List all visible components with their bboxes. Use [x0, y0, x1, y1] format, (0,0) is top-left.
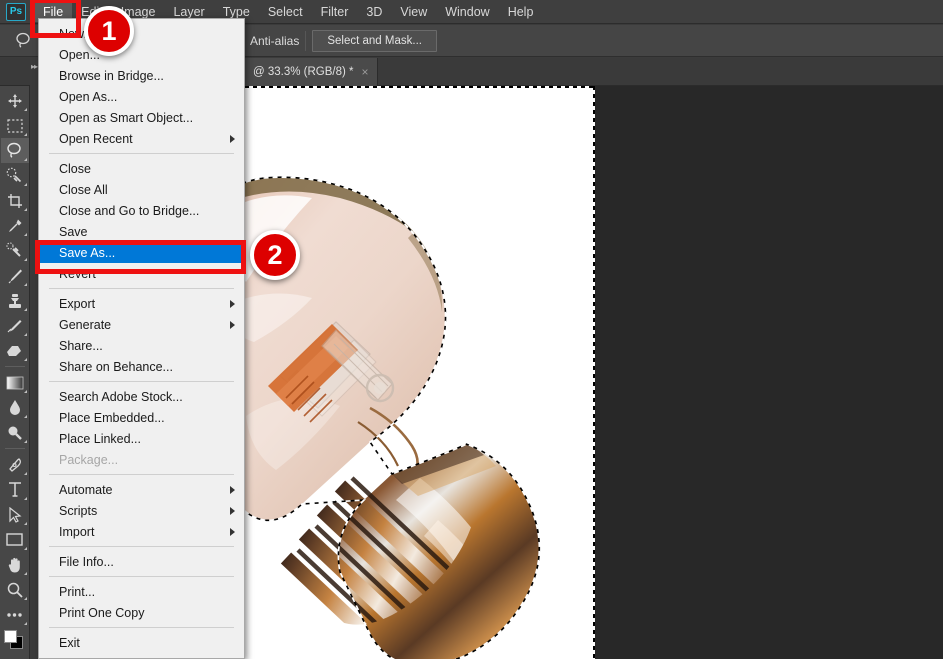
menu-item-package: Package...: [59, 452, 119, 467]
menu-item-open-as-smart-object[interactable]: Open as Smart Object...: [39, 107, 244, 128]
menu-item-generate[interactable]: Generate: [39, 314, 244, 335]
menu-separator-2: [49, 288, 234, 289]
menu-item-export[interactable]: Export: [39, 293, 244, 314]
menu-item-close[interactable]: Close: [39, 158, 244, 179]
menu-item-import-label: Import: [59, 524, 95, 539]
lasso-tool[interactable]: [0, 138, 29, 163]
crop-tool[interactable]: [1, 188, 29, 213]
blur-tool[interactable]: [1, 395, 29, 420]
chevron-right-icon: [230, 485, 235, 494]
document-tab-label: @ 33.3% (RGB/8) *: [253, 66, 354, 78]
menu-item-open[interactable]: Open...: [39, 44, 244, 65]
menu-item-exit[interactable]: Exit: [39, 632, 244, 653]
hand-tool[interactable]: [1, 552, 29, 577]
selection-marching-ants-top: [245, 86, 595, 88]
foreground-color-swatch[interactable]: [3, 630, 17, 643]
eyedropper-tool[interactable]: [1, 213, 29, 238]
menu-view[interactable]: View: [391, 2, 436, 22]
select-and-mask-button[interactable]: Select and Mask...: [312, 29, 437, 52]
menu-item-open-recent[interactable]: Open Recent: [39, 128, 244, 149]
menu-item-open-recent-label: Open Recent: [59, 131, 133, 146]
brush-tool[interactable]: [1, 263, 29, 288]
expand-panels-icon[interactable]: ▸▸: [31, 62, 38, 71]
chevron-right-icon: [230, 527, 235, 536]
annotation-badge-2: 2: [250, 230, 300, 280]
chevron-right-icon: [230, 320, 235, 329]
menu-item-save-as[interactable]: Save As...: [39, 242, 244, 263]
menu-separator-1: [49, 153, 234, 154]
horizontal-type-tool[interactable]: [1, 477, 29, 502]
menu-separator-5: [49, 546, 234, 547]
menu-item-save[interactable]: Save: [39, 221, 244, 242]
menu-item-open-as[interactable]: Open As...: [39, 86, 244, 107]
gradient-tool[interactable]: [1, 370, 29, 395]
menu-separator-4: [49, 474, 234, 475]
lasso-tool-icon[interactable]: [8, 28, 38, 54]
menu-item-share-on-behance[interactable]: Share on Behance...: [39, 356, 244, 377]
pen-tool[interactable]: [1, 452, 29, 477]
menu-item-generate-label: Generate: [59, 317, 112, 332]
path-selection-tool[interactable]: [1, 502, 29, 527]
menu-item-print-one-copy[interactable]: Print One Copy: [39, 602, 244, 623]
menu-separator-6: [49, 576, 234, 577]
menu-item-share[interactable]: Share...: [39, 335, 244, 356]
menu-help[interactable]: Help: [499, 2, 543, 22]
color-swatches[interactable]: [2, 629, 28, 653]
edit-toolbar-tool[interactable]: [1, 602, 29, 627]
menu-select[interactable]: Select: [259, 2, 312, 22]
menu-window[interactable]: Window: [436, 2, 498, 22]
menu-item-import[interactable]: Import: [39, 521, 244, 542]
menu-item-scripts[interactable]: Scripts: [39, 500, 244, 521]
menu-item-close-and-go-to-bridge[interactable]: Close and Go to Bridge...: [39, 200, 244, 221]
zoom-tool[interactable]: [1, 577, 29, 602]
spot-healing-brush-tool[interactable]: [1, 238, 29, 263]
menu-item-print[interactable]: Print...: [39, 581, 244, 602]
menu-filter[interactable]: Filter: [312, 2, 358, 22]
menu-item-automate[interactable]: Automate: [39, 479, 244, 500]
document-tab[interactable]: @ 33.3% (RGB/8) * ×: [245, 58, 378, 86]
dodge-tool[interactable]: [1, 420, 29, 445]
menu-item-new[interactable]: New...: [39, 23, 244, 44]
menu-item-export-label: Export: [59, 296, 96, 311]
annotation-badge-1: 1: [84, 6, 134, 56]
quick-selection-tool[interactable]: [1, 163, 29, 188]
menu-separator-7: [49, 627, 234, 628]
document-canvas[interactable]: [245, 86, 595, 659]
menu-item-search-adobe-stock[interactable]: Search Adobe Stock...: [39, 386, 244, 407]
tools-panel: [0, 86, 30, 659]
menu-3d[interactable]: 3D: [357, 2, 391, 22]
menu-separator-3: [49, 381, 234, 382]
menu-item-scripts-label: Scripts: [59, 503, 98, 518]
close-icon[interactable]: ×: [362, 65, 369, 79]
selection-marching-ants-right: [593, 86, 595, 659]
menu-item-place-embedded[interactable]: Place Embedded...: [39, 407, 244, 428]
chevron-right-icon: [230, 134, 235, 143]
clone-stamp-tool[interactable]: [1, 288, 29, 313]
eraser-tool[interactable]: [1, 338, 29, 363]
menu-item-file-info[interactable]: File Info...: [39, 551, 244, 572]
menu-item-place-linked[interactable]: Place Linked...: [39, 428, 244, 449]
menu-item-close-all[interactable]: Close All: [39, 179, 244, 200]
menu-item-revert[interactable]: Revert: [39, 263, 244, 284]
options-divider-2: [305, 30, 307, 51]
menu-item-browse-in-bridge[interactable]: Browse in Bridge...: [39, 65, 244, 86]
anti-alias-label: Anti-alias: [250, 33, 300, 48]
chevron-right-icon: [230, 299, 235, 308]
menu-item-automate-label: Automate: [59, 482, 113, 497]
move-tool[interactable]: [1, 88, 29, 113]
chevron-right-icon: [230, 506, 235, 515]
history-brush-tool[interactable]: [1, 313, 29, 338]
rectangular-marquee-tool[interactable]: [1, 113, 29, 138]
rectangle-tool[interactable]: [1, 527, 29, 552]
file-menu-dropdown[interactable]: New... Open... Browse in Bridge... Open …: [38, 18, 245, 659]
photoshop-logo: Ps: [6, 2, 26, 21]
